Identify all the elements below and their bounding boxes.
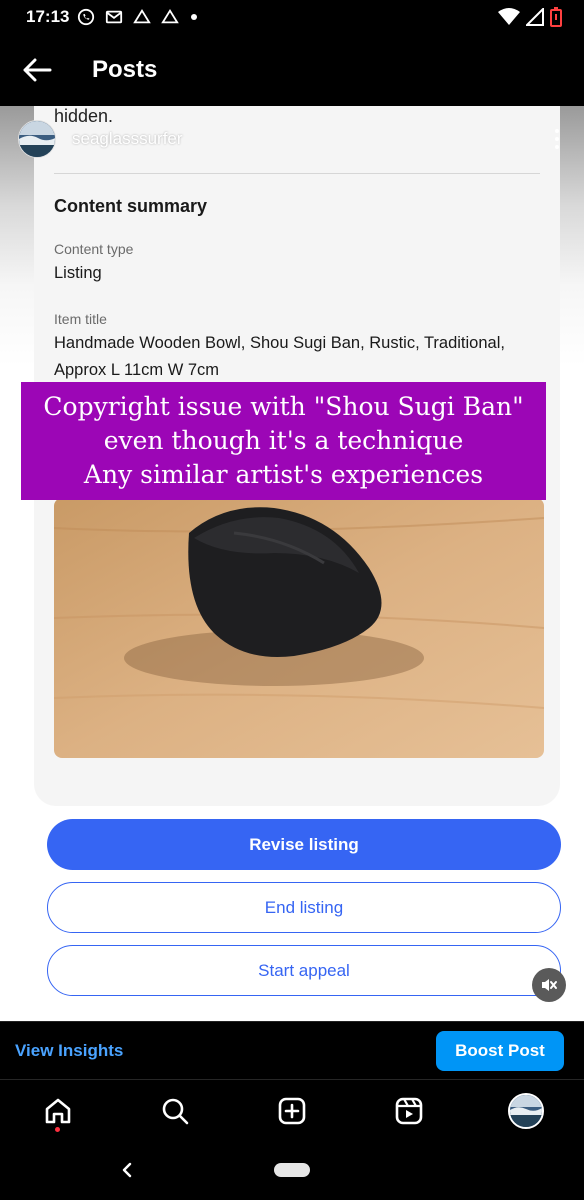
speaker-muted-icon (542, 979, 557, 991)
wifi-icon (498, 8, 520, 25)
nav-reels[interactable] (379, 1081, 439, 1141)
more-notifications-dot (191, 14, 198, 20)
drive-icon (133, 8, 152, 24)
drive-icon-2 (161, 8, 180, 24)
notification-dot (55, 1126, 61, 1132)
nav-home[interactable] (28, 1081, 88, 1141)
reels-icon (395, 1097, 423, 1124)
signal-icon (526, 8, 544, 26)
bowl-photo (54, 498, 544, 758)
status-time: 17:13 (26, 7, 70, 26)
system-home-pill[interactable] (274, 1163, 310, 1177)
whatsapp-icon (78, 8, 95, 26)
outlook-icon (106, 10, 123, 24)
post-image-area[interactable]: hidden. seaglasssurfer Content summary C… (0, 106, 584, 1021)
avatar[interactable] (18, 120, 56, 158)
nav-create[interactable] (262, 1081, 322, 1141)
profile-avatar (507, 1092, 544, 1129)
status-right (498, 7, 562, 27)
overlay-caption: Copyright issue with "Shou Sugi Ban" eve… (21, 382, 546, 500)
end-listing-button[interactable]: End listing (47, 882, 561, 933)
search-icon (162, 1098, 189, 1124)
insights-bar: View Insights Boost Post (0, 1021, 584, 1079)
plus-square-icon (278, 1097, 306, 1124)
mute-button[interactable] (532, 968, 566, 1002)
item-title-label: Item title (54, 311, 107, 327)
screen: 17:13 Posts hidden. seaglasssurfer Conte… (0, 0, 584, 1200)
nav-profile[interactable] (496, 1081, 556, 1141)
profile-avatar-image (509, 1094, 542, 1127)
overlay-line: even though it's a technique (103, 426, 464, 455)
status-bar: 17:13 (0, 0, 584, 34)
arrow-left-icon (23, 58, 52, 82)
start-appeal-button[interactable]: Start appeal (47, 945, 561, 996)
bottom-nav (0, 1079, 584, 1141)
app-header: Posts (0, 34, 584, 106)
overlay-line: Any similar artist's experiences (83, 460, 484, 489)
system-nav-bar (0, 1141, 584, 1200)
more-dot (555, 129, 559, 133)
more-dot (555, 137, 559, 141)
more-options-button[interactable] (544, 126, 570, 152)
nav-search[interactable] (145, 1081, 205, 1141)
home-icon (46, 1098, 71, 1123)
content-type-value: Listing (54, 264, 102, 282)
page-title: Posts (92, 56, 158, 83)
content-summary-heading: Content summary (54, 196, 208, 216)
system-back-icon[interactable] (116, 1159, 138, 1181)
back-button[interactable] (2, 34, 72, 106)
divider (54, 173, 540, 174)
username[interactable]: seaglasssurfer (72, 129, 183, 149)
revise-listing-button[interactable]: Revise listing (47, 819, 561, 870)
content-type-label: Content type (54, 241, 134, 257)
boost-post-button[interactable]: Boost Post (436, 1030, 564, 1071)
overlay-line: Copyright issue with "Shou Sugi Ban" (43, 392, 524, 421)
view-insights-link[interactable]: View Insights (15, 1041, 123, 1061)
avatar-image (19, 121, 55, 157)
battery-icon (550, 7, 562, 27)
bowl-photo-image (54, 498, 544, 758)
more-dot (555, 145, 559, 149)
item-title-value: Handmade Wooden Bowl, Shou Sugi Ban, Rus… (54, 334, 505, 379)
post-author[interactable]: seaglasssurfer (18, 120, 183, 158)
